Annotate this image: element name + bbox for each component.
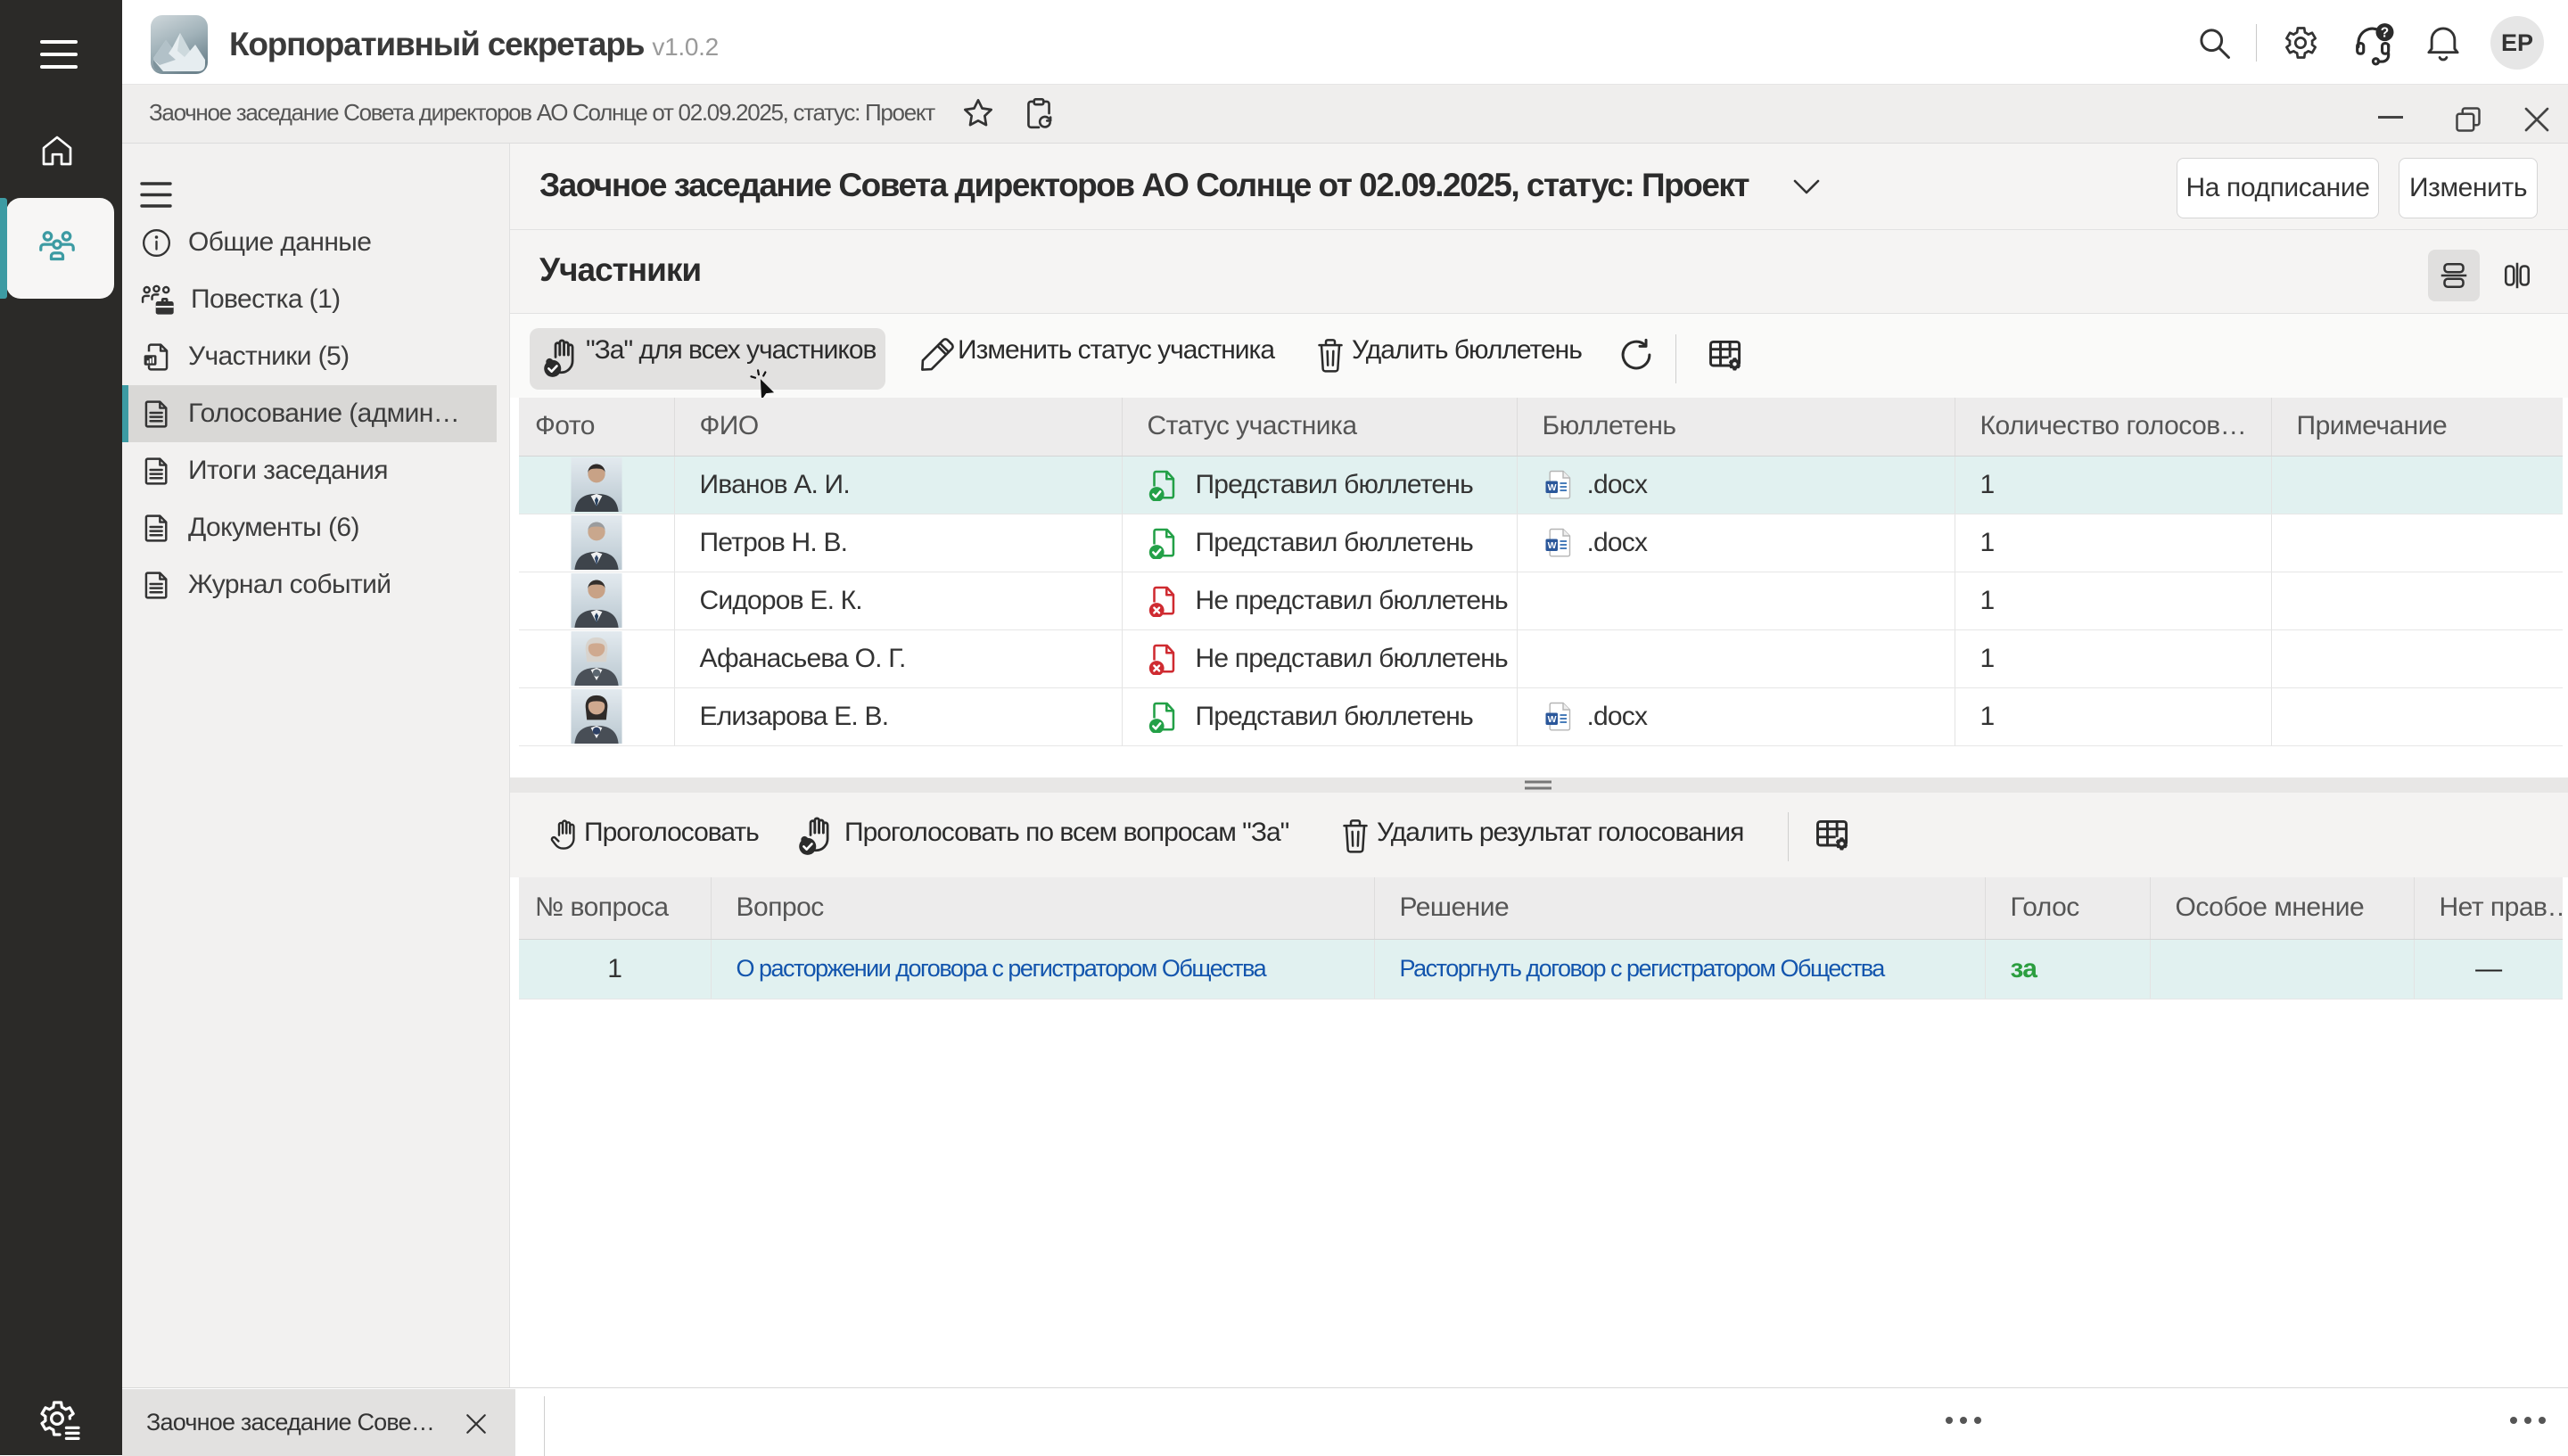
svg-text:?: ? bbox=[2381, 25, 2389, 40]
